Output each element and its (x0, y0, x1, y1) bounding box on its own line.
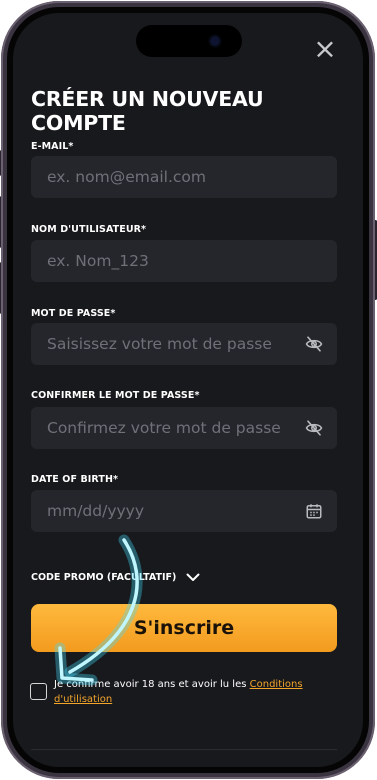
close-icon[interactable]: × (313, 35, 337, 63)
username-label: NOM D'UTILISATEUR* (31, 224, 147, 235)
username-field[interactable] (31, 240, 337, 282)
email-label: E-MAIL* (31, 141, 74, 152)
signup-button[interactable]: S'inscrire (31, 604, 337, 652)
email-field-container (31, 156, 337, 198)
front-camera-icon (210, 36, 220, 46)
signup-screen: × CRÉER UN NOUVEAU COMPTE E-MAIL* NOM D'… (13, 13, 363, 767)
promo-code-label: CODE PROMO (FACULTATIF) (31, 572, 177, 583)
username-field-container (31, 240, 337, 282)
email-field[interactable] (31, 156, 337, 198)
eye-slash-icon[interactable] (305, 335, 323, 353)
terms-text: Je confirme avoir 18 ans et avoir lu les… (54, 677, 344, 707)
dob-field[interactable] (31, 490, 337, 532)
calendar-icon[interactable] (305, 502, 323, 520)
page-title: CRÉER UN NOUVEAU COMPTE (31, 87, 264, 135)
terms-statement: Je confirme avoir 18 ans et avoir lu les (54, 679, 250, 690)
divider (31, 749, 337, 750)
dob-field-container (31, 490, 337, 532)
eye-slash-icon[interactable] (305, 419, 323, 437)
dob-label: DATE OF BIRTH* (31, 474, 119, 485)
confirm-password-field[interactable] (31, 407, 337, 449)
password-field[interactable] (31, 323, 337, 365)
chevron-down-icon (186, 573, 200, 581)
confirm-password-label: CONFIRMER LE MOT DE PASSE* (31, 390, 200, 401)
terms-checkbox[interactable] (30, 683, 47, 700)
password-field-container (31, 323, 337, 365)
promo-code-toggle[interactable]: CODE PROMO (FACULTATIF) (31, 572, 200, 583)
confirm-password-field-container (31, 407, 337, 449)
password-label: MOT DE PASSE* (31, 308, 116, 319)
dynamic-island (136, 25, 242, 57)
